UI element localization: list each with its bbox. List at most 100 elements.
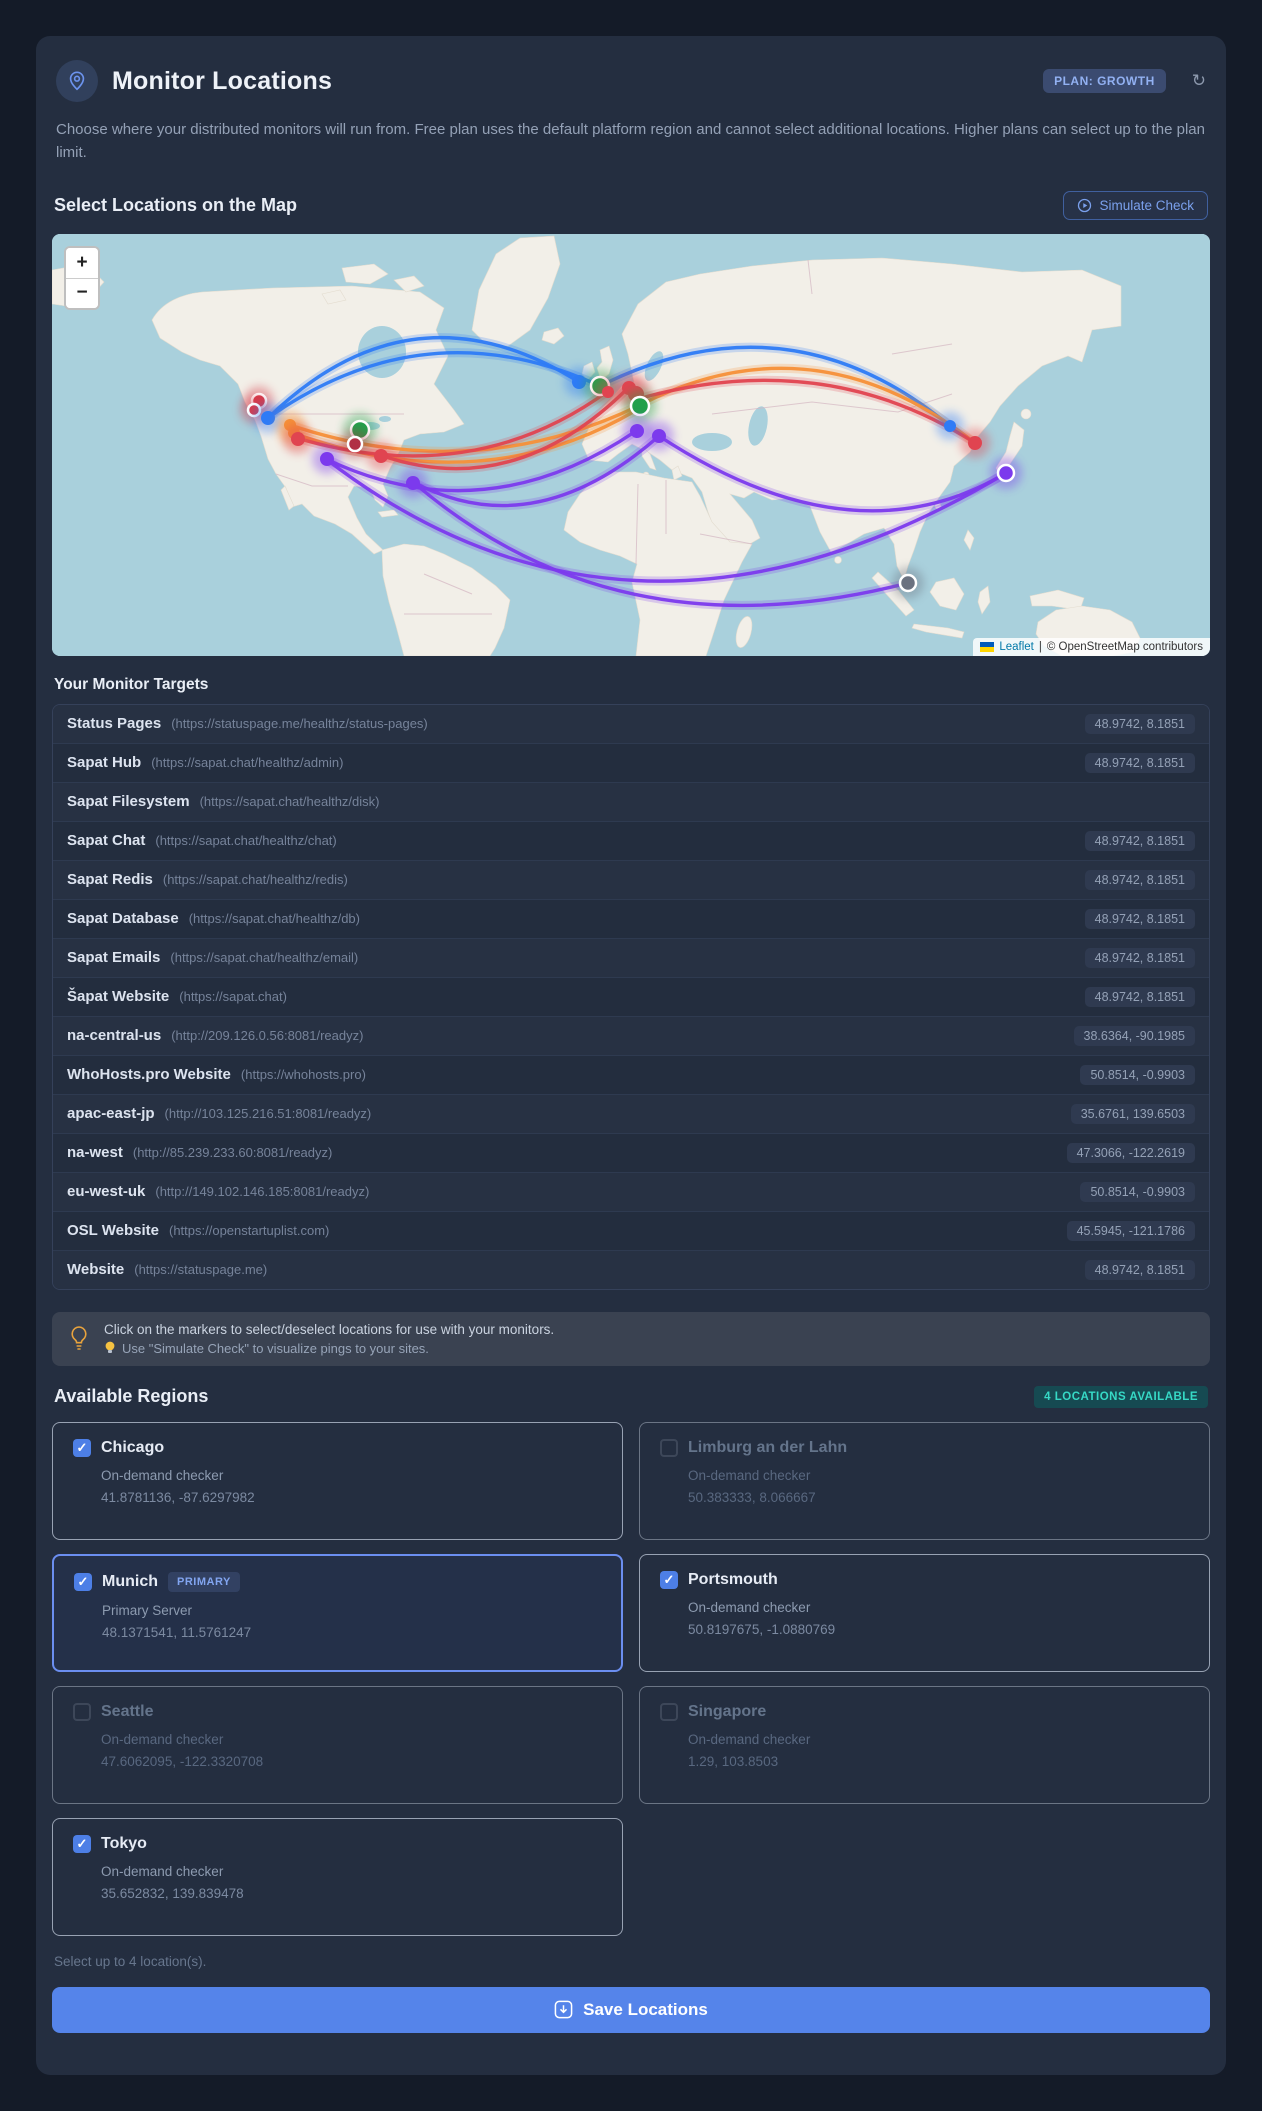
map-marker[interactable] [652,428,666,443]
map-marker[interactable] [602,385,614,398]
map-marker[interactable] [291,431,305,446]
tip-line-2: Use "Simulate Check" to visualize pings … [104,1341,554,1356]
region-card-munich[interactable]: ✓ Munich PRIMARY Primary Server 48.1371541, … [52,1553,623,1672]
region-checkbox[interactable]: ✓ [73,1834,91,1853]
map-marker[interactable] [996,463,1016,482]
target-row: Sapat Chat (https://sapat.chat/healthz/ch… [53,820,1209,860]
targets-heading: Your Monitor Targets [54,675,209,693]
bulb-emoji-icon [105,1341,115,1353]
region-checkbox [73,1702,91,1721]
region-name: Chicago [101,1438,165,1456]
tip-text: Click on the markers to select/deselect … [104,1322,554,1356]
target-name: Sapat Emails [67,949,161,966]
region-card-chicago[interactable]: ✓ Chicago On-demand checker 41.8781136, -87… [52,1421,623,1540]
page-title: Monitor Locations [112,66,333,95]
region-coords: 35.652832, 139.839478 [101,1885,244,1901]
target-coords-badge: 50.8514, -0.9903 [1080,1064,1195,1085]
target-name: apac-east-jp [67,1105,155,1122]
tip-box: Click on the markers to select/deselect … [52,1311,1210,1366]
targets-section-head: Your Monitor Targets [54,676,1208,694]
region-card-tokyo[interactable]: ✓ Tokyo On-demand checker 35.652832, 139.83… [52,1817,623,1936]
target-url: (https://statuspage.me/healthz/status-pa… [171,716,428,731]
target-url: (https://sapat.chat/healthz/email) [170,950,359,965]
region-coords: 41.8781136, -87.6297982 [101,1489,255,1505]
region-coords: 50.383333, 8.066667 [688,1489,816,1505]
play-circle-icon [1078,198,1092,212]
target-coords-badge: 45.5945, -121.1786 [1066,1220,1195,1241]
target-name: Sapat Hub [67,754,142,771]
target-coords-badge: 48.9742, 8.1851 [1084,908,1195,929]
map-marker[interactable] [630,423,644,438]
region-coords: 48.1371541, 11.5761247 [102,1624,252,1640]
target-row: OSL Website (https://openstartuplist.com)… [53,1210,1209,1250]
target-name: eu-west-uk [67,1183,146,1200]
target-row: na-west (http://85.239.233.60:8081/readyz… [53,1132,1209,1172]
target-name: na-central-us [67,1027,162,1044]
target-coords-badge: 50.8514, -0.9903 [1080,1181,1195,1202]
zoom-out-button[interactable]: − [66,277,98,308]
locations-available-badge: 4 LOCATIONS AVAILABLE [1034,1385,1208,1408]
target-row: Šapat Website (https://sapat.chat) 48.9742… [53,976,1209,1016]
target-coords-badge: 48.9742, 8.1851 [1084,830,1195,851]
target-url: (https://openstartuplist.com) [168,1223,330,1238]
leaflet-link[interactable]: Leaflet [999,641,1034,653]
target-row: Website (https://statuspage.me) 48.9742, 8… [53,1249,1209,1289]
world-map[interactable]: + − Leaflet | © OpenStreetMap contributo… [52,233,1210,656]
ukraine-flag-icon [980,641,995,652]
target-row: Sapat Emails (https://sapat.chat/healthz/… [53,937,1209,977]
region-card-limburg-an-der-lahn: Limburg an der Lahn On-demand checker 50.3… [639,1421,1210,1540]
plan-badge: PLAN: GROWTH [1043,69,1166,93]
target-url: (https://sapat.chat/healthz/db) [188,911,360,926]
target-row: WhoHosts.pro Website (https://whohosts.pr… [53,1054,1209,1094]
simulate-check-label: Simulate Check [1099,197,1194,213]
map-marker[interactable] [898,573,918,592]
region-card-seattle: Seattle On-demand checker 47.6062095, -122… [52,1685,623,1804]
map-marker[interactable] [944,419,956,432]
map-section-heading: Select Locations on the Map [54,194,298,215]
region-coords: 1.29, 103.8503 [688,1753,779,1769]
map-marker[interactable] [629,395,651,416]
region-name: Portsmouth [688,1570,778,1588]
target-url: (http://149.102.146.185:8081/readyz) [155,1184,370,1199]
save-locations-button[interactable]: Save Locations [52,1986,1210,2033]
map-marker[interactable] [261,410,275,425]
refresh-icon[interactable]: ↻ [1192,71,1206,91]
region-checkbox [660,1438,678,1457]
map-marker[interactable] [406,475,420,490]
region-checker-type: On-demand checker [101,1863,224,1879]
region-checker-type: On-demand checker [101,1467,224,1483]
zoom-in-button[interactable]: + [66,247,98,278]
target-coords-badge: 48.9742, 8.1851 [1084,869,1195,890]
osm-attribution-link[interactable]: © OpenStreetMap contributors [1047,641,1203,653]
map-attribution: Leaflet | © OpenStreetMap contributors [973,637,1210,656]
map-marker[interactable] [320,451,334,466]
target-row: eu-west-uk (http://149.102.146.185:8081/r… [53,1171,1209,1211]
map-marker[interactable] [374,448,388,463]
monitor-locations-panel: Monitor Locations PLAN: GROWTH ↻ Choose … [36,36,1226,2075]
region-checker-type: On-demand checker [688,1731,811,1747]
region-checker-type: On-demand checker [101,1731,224,1747]
attribution-separator: | [1038,640,1042,653]
target-name: Šapat Website [67,988,170,1005]
region-name: Munich [102,1572,158,1590]
map-zoom-control: + − [64,245,100,310]
map-marker[interactable] [968,435,982,450]
map-marker[interactable] [346,435,364,452]
target-name: na-west [67,1144,123,1161]
header: Monitor Locations PLAN: GROWTH ↻ [56,60,1206,102]
region-checkbox[interactable]: ✓ [660,1570,678,1589]
primary-badge: PRIMARY [168,1571,240,1592]
target-url: (https://sapat.chat/healthz/chat) [155,833,337,848]
region-name: Singapore [688,1702,767,1720]
region-checker-type: Primary Server [102,1602,193,1618]
lightbulb-icon [71,1325,87,1350]
simulate-check-button[interactable]: Simulate Check [1063,190,1208,220]
region-checkbox[interactable]: ✓ [73,1438,91,1457]
region-card-portsmouth[interactable]: ✓ Portsmouth On-demand checker 50.8197675, … [639,1553,1210,1672]
target-coords-badge: 38.6364, -90.1985 [1073,1025,1195,1046]
region-checkbox[interactable]: ✓ [74,1572,92,1591]
target-name: WhoHosts.pro Website [67,1066,231,1083]
region-card-singapore: Singapore On-demand checker 1.29, 103.8503 [639,1685,1210,1804]
target-url: (https://sapat.chat/healthz/redis) [162,872,348,887]
target-name: Sapat Filesystem [67,793,190,810]
